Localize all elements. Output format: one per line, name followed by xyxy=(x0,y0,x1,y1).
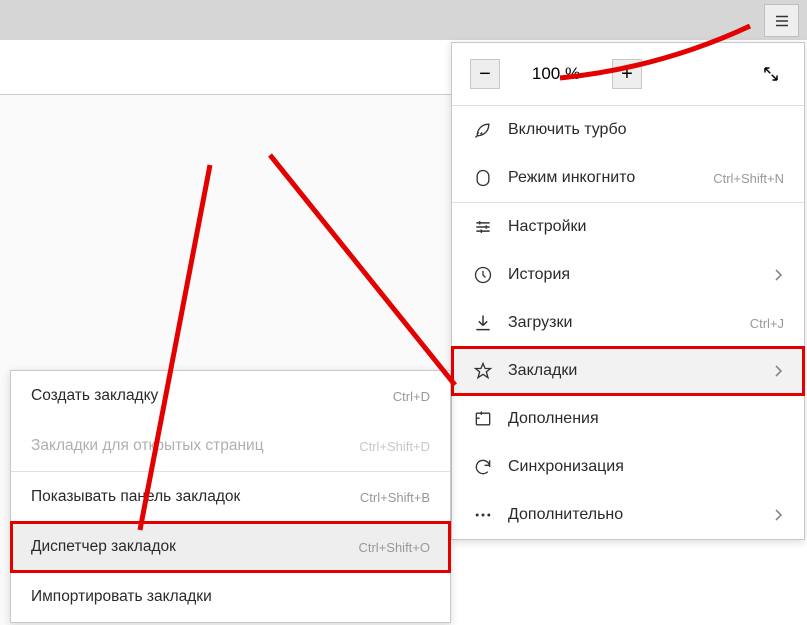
settings-icon xyxy=(472,216,494,238)
shortcut: Ctrl+Shift+D xyxy=(359,439,430,454)
submenu-item-create-bookmark[interactable]: Создать закладку Ctrl+D xyxy=(11,371,450,421)
menu-item-label: Загрузки xyxy=(508,314,750,332)
submenu-item-bookmark-manager[interactable]: Диспетчер закладок Ctrl+Shift+O xyxy=(11,522,450,572)
menu-item-label: Закладки xyxy=(508,362,772,380)
more-icon xyxy=(472,504,494,526)
chevron-right-icon xyxy=(772,365,784,377)
menu-item-label: Дополнительно xyxy=(508,506,772,524)
menu-item-sync[interactable]: Синхронизация xyxy=(452,443,804,491)
submenu-item-open-tabs-bookmarks: Закладки для открытых страниц Ctrl+Shift… xyxy=(11,421,450,471)
chevron-right-icon xyxy=(772,269,784,281)
submenu-item-show-bookmarks-bar[interactable]: Показывать панель закладок Ctrl+Shift+B xyxy=(11,472,450,522)
menu-item-addons[interactable]: Дополнения xyxy=(452,395,804,443)
submenu-item-label: Создать закладку xyxy=(31,387,393,405)
bookmarks-submenu: Создать закладку Ctrl+D Закладки для отк… xyxy=(10,370,451,623)
sync-icon xyxy=(472,456,494,478)
menu-item-incognito[interactable]: Режим инкогнито Ctrl+Shift+N xyxy=(452,154,804,202)
shortcut: Ctrl+D xyxy=(393,389,430,404)
star-icon xyxy=(472,360,494,382)
shortcut: Ctrl+Shift+O xyxy=(358,540,430,555)
main-menu: − 100 % + Включить турбо Режим инкогнито… xyxy=(451,42,805,540)
menu-item-bookmarks[interactable]: Закладки xyxy=(452,347,804,395)
menu-item-turbo[interactable]: Включить турбо xyxy=(452,106,804,154)
menu-item-label: Синхронизация xyxy=(508,458,784,476)
menu-item-history[interactable]: История xyxy=(452,251,804,299)
zoom-row: − 100 % + xyxy=(452,43,804,105)
incognito-icon xyxy=(472,167,494,189)
menu-item-settings[interactable]: Настройки xyxy=(452,203,804,251)
submenu-item-label: Закладки для открытых страниц xyxy=(31,437,359,455)
hamburger-icon xyxy=(773,12,791,30)
menu-item-more[interactable]: Дополнительно xyxy=(452,491,804,539)
menu-item-label: Настройки xyxy=(508,218,784,236)
menu-item-label: История xyxy=(508,266,772,284)
fullscreen-button[interactable] xyxy=(756,59,786,89)
submenu-item-import-bookmarks[interactable]: Импортировать закладки xyxy=(11,572,450,622)
tab-strip-bg xyxy=(0,40,451,95)
rocket-icon xyxy=(472,119,494,141)
shortcut: Ctrl+J xyxy=(750,316,784,331)
history-icon xyxy=(472,264,494,286)
menu-item-label: Дополнения xyxy=(508,410,784,428)
shortcut: Ctrl+Shift+N xyxy=(713,171,784,186)
menu-item-label: Режим инкогнито xyxy=(508,169,713,187)
menu-item-label: Включить турбо xyxy=(508,121,784,139)
shortcut: Ctrl+Shift+B xyxy=(360,490,430,505)
zoom-value: 100 % xyxy=(508,64,604,84)
menu-button[interactable] xyxy=(764,4,799,37)
fullscreen-icon xyxy=(762,65,780,83)
submenu-item-label: Диспетчер закладок xyxy=(31,538,358,556)
chevron-right-icon xyxy=(772,509,784,521)
zoom-in-button[interactable]: + xyxy=(612,59,642,89)
submenu-item-label: Показывать панель закладок xyxy=(31,488,360,506)
zoom-out-button[interactable]: − xyxy=(470,59,500,89)
browser-toolbar xyxy=(0,0,807,40)
download-icon xyxy=(472,312,494,334)
menu-item-downloads[interactable]: Загрузки Ctrl+J xyxy=(452,299,804,347)
submenu-item-label: Импортировать закладки xyxy=(31,588,430,606)
addons-icon xyxy=(472,408,494,430)
